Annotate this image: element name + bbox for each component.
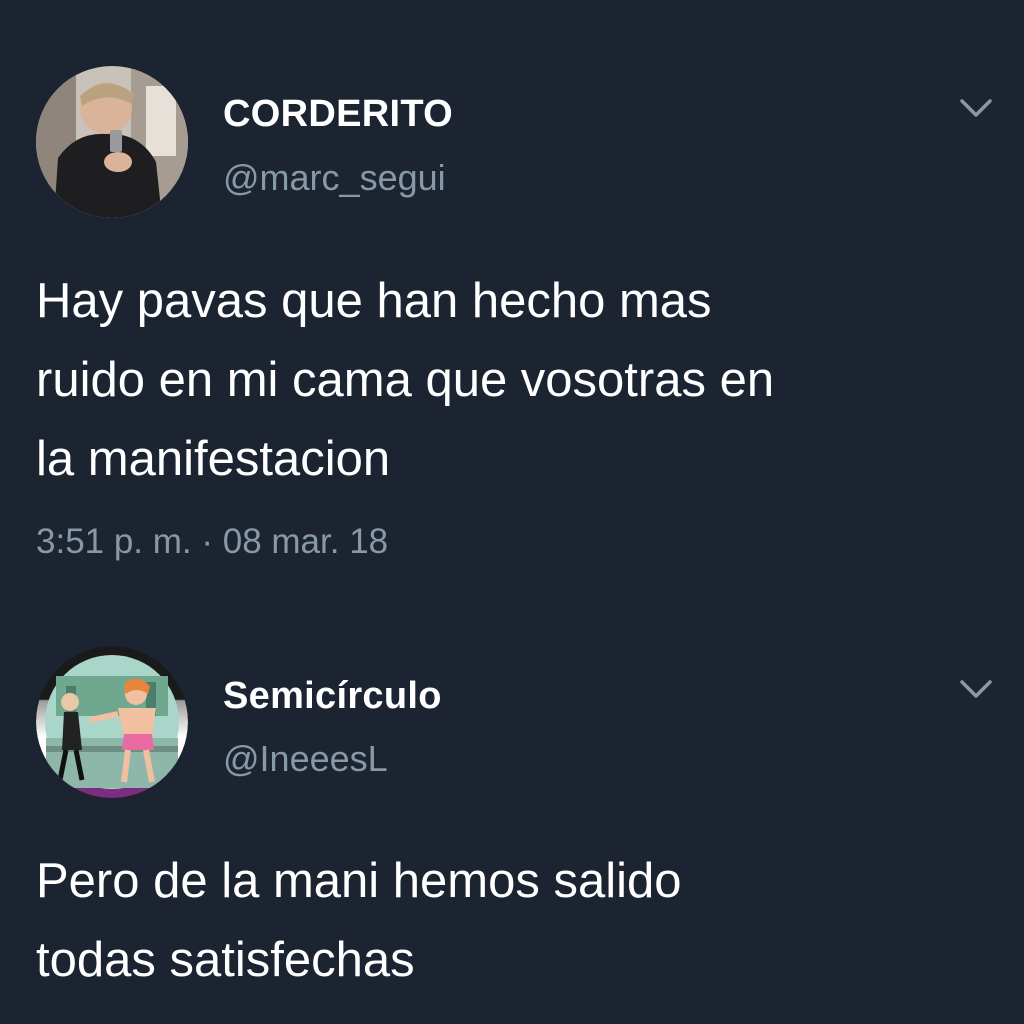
timestamp[interactable]: 3:51 p. m. · 08 mar. 18: [36, 522, 388, 562]
display-name[interactable]: CORDERITO: [223, 93, 453, 136]
tweet[interactable]: CORDERITO @marc_segui Hay pavas que han …: [0, 0, 1024, 600]
avatar[interactable]: [36, 646, 188, 798]
display-name[interactable]: Semicírculo: [223, 675, 442, 718]
chevron-down-icon[interactable]: [956, 93, 996, 123]
user-handle[interactable]: @IneeesL: [223, 738, 388, 780]
avatar-photo: [36, 66, 188, 218]
chevron-down-icon[interactable]: [956, 674, 996, 704]
avatar-cartoon: [36, 646, 188, 798]
tweet-text: Hay pavas que han hecho mas ruido en mi …: [36, 274, 775, 486]
tweet-text: Pero de la mani hemos salido todas satis…: [36, 854, 682, 987]
avatar[interactable]: [36, 66, 188, 218]
user-handle[interactable]: @marc_segui: [223, 157, 446, 199]
tweet[interactable]: Semicírculo @IneeesL Pero de la mani hem…: [0, 600, 1024, 1024]
